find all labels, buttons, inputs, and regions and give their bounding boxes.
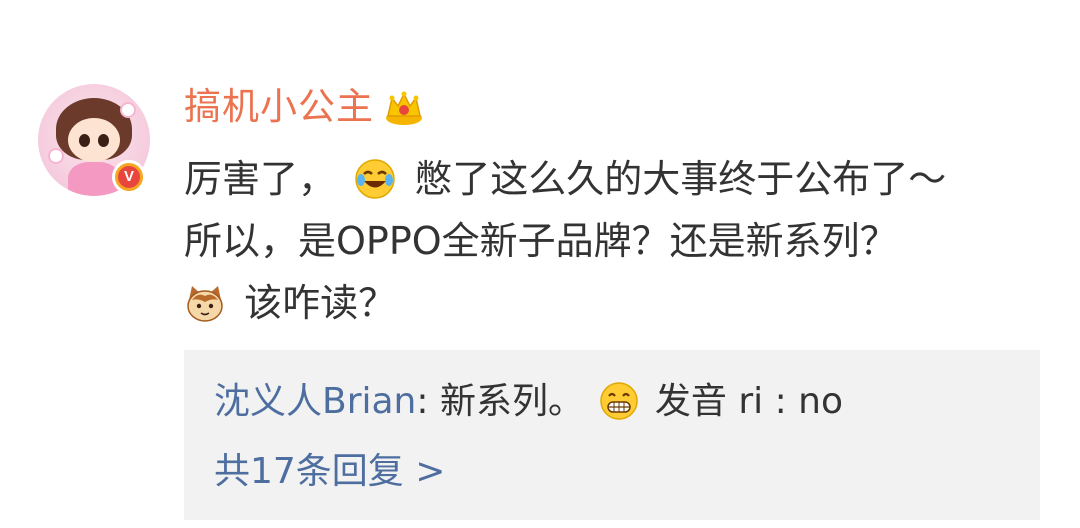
- comment-line-3: 该咋读？: [184, 272, 1064, 334]
- comment-text-part1: 厉害了，: [184, 157, 337, 201]
- cat-emoji-icon: [187, 286, 223, 322]
- verified-badge-icon: V: [112, 160, 146, 194]
- grin-emoji-icon: [600, 382, 639, 420]
- comment-card: V 搞机小公主 厉害了， 憋了这么久的大事终于公布了～ 所以，是OPPO全新子品…: [0, 0, 1080, 528]
- more-replies-link[interactable]: 共17条回复 >: [214, 448, 445, 496]
- comment-text-line3: 该咋读？: [244, 281, 397, 325]
- avatar-eye-left: [79, 134, 90, 147]
- avatar-flower-icon: [122, 104, 134, 116]
- reply-text-part2: 发音 ri : no: [654, 381, 843, 422]
- comment-line-2: 所以，是OPPO全新子品牌？还是新系列？: [184, 219, 898, 263]
- avatar-eye-right: [98, 134, 109, 147]
- reply-text-part1: : 新系列。: [416, 381, 584, 422]
- comment-line-1: 厉害了， 憋了这么久的大事终于公布了～: [184, 148, 1064, 210]
- avatar-flower-icon: [50, 150, 62, 162]
- verified-badge-letter: V: [118, 166, 140, 188]
- crown-icon: [386, 91, 422, 125]
- comment-text-part2: 憋了这么久的大事终于公布了～: [414, 157, 947, 201]
- reply-line: 沈义人Brian: 新系列。 发音 ri : no: [214, 378, 843, 426]
- avatar-face: [68, 118, 120, 162]
- username[interactable]: 搞机小公主: [184, 84, 374, 130]
- reply-username[interactable]: 沈义人Brian: [214, 381, 416, 422]
- comment-body: 厉害了， 憋了这么久的大事终于公布了～ 所以，是OPPO全新子品牌？还是新系列？: [184, 148, 1064, 334]
- laugh-cry-emoji-icon: [355, 159, 395, 199]
- username-row: 搞机小公主: [184, 84, 424, 130]
